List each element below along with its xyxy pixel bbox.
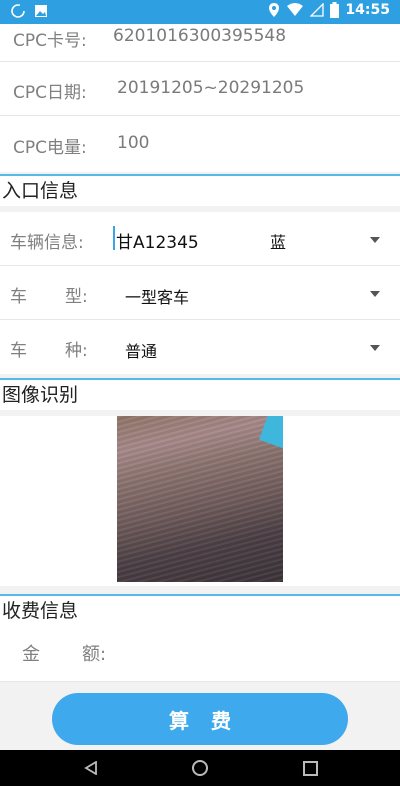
vehicle-info-label: 车辆信息: bbox=[10, 233, 84, 253]
cpc-battery-row: CPC电量: 100 bbox=[0, 116, 400, 172]
image-icon bbox=[35, 5, 47, 17]
fee-section-title: 收费信息 bbox=[0, 594, 400, 626]
plate-color-value[interactable]: 蓝 bbox=[270, 229, 286, 253]
recent-apps-icon[interactable] bbox=[303, 761, 318, 776]
plate-value[interactable]: 甘A12345 bbox=[116, 228, 199, 253]
vehicle-type-label-a: 车 bbox=[10, 287, 27, 307]
location-icon bbox=[269, 3, 280, 17]
vehicle-info-row[interactable]: 车辆信息: 甘A12345 蓝 bbox=[0, 212, 400, 266]
cpc-card-label: CPC卡号: bbox=[13, 31, 87, 51]
vehicle-kind-value[interactable]: 普通 bbox=[125, 338, 157, 362]
navigation-bar bbox=[0, 750, 400, 786]
status-time: 14:55 bbox=[345, 2, 390, 18]
cpc-card-value: 6201016300395548 bbox=[113, 26, 287, 46]
vehicle-kind-dropdown-icon[interactable] bbox=[370, 345, 380, 351]
calculate-fee-button[interactable]: 算费 bbox=[52, 693, 348, 745]
vehicle-kind-label-a: 车 bbox=[10, 341, 27, 361]
plate-input[interactable] bbox=[113, 226, 115, 250]
vehicle-type-row[interactable]: 车 型: 一型客车 bbox=[0, 266, 400, 320]
cpc-date-value: 20191205~20291205 bbox=[117, 78, 305, 98]
status-bar: 14:55 bbox=[0, 0, 400, 24]
cpc-date-label: CPC日期: bbox=[13, 83, 87, 103]
signal-icon bbox=[310, 3, 325, 17]
back-icon[interactable] bbox=[84, 761, 98, 775]
vehicle-kind-label-b: 种: bbox=[65, 341, 88, 361]
plate-color-dropdown-icon[interactable] bbox=[370, 237, 380, 243]
vehicle-kind-row[interactable]: 车 种: 普通 bbox=[0, 320, 400, 374]
entry-section-title: 入口信息 bbox=[0, 174, 400, 206]
cpc-battery-value: 100 bbox=[117, 133, 150, 153]
amount-label-a: 金 bbox=[22, 644, 40, 665]
amount-row: 金 额: bbox=[0, 626, 400, 682]
sync-icon bbox=[11, 4, 25, 18]
home-icon[interactable] bbox=[192, 760, 208, 776]
cpc-battery-label: CPC电量: bbox=[13, 138, 87, 158]
image-section-title: 图像识别 bbox=[0, 378, 400, 410]
wifi-icon bbox=[287, 3, 304, 16]
vehicle-type-dropdown-icon[interactable] bbox=[370, 291, 380, 297]
battery-icon bbox=[330, 2, 340, 18]
vehicle-type-label-b: 型: bbox=[65, 287, 88, 307]
cpc-card-row: CPC卡号: 6201016300395548 bbox=[0, 24, 400, 62]
cpc-date-row: CPC日期: 20191205~20291205 bbox=[0, 62, 400, 116]
camera-preview[interactable] bbox=[117, 416, 283, 582]
amount-label-b: 额: bbox=[82, 644, 107, 665]
vehicle-type-value[interactable]: 一型客车 bbox=[125, 284, 189, 308]
